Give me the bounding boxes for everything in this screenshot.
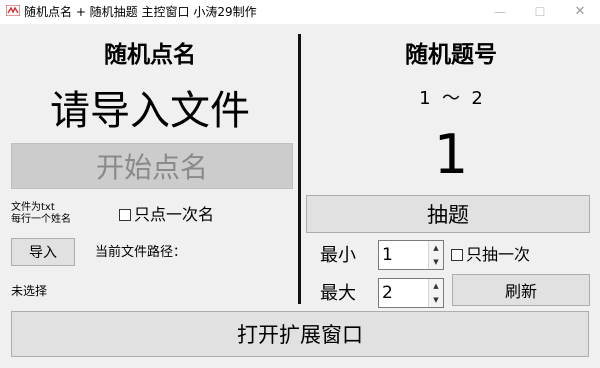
max-stepper[interactable]: 2 ▲ ▼ — [378, 278, 444, 308]
window-title: 随机点名 + 随机抽题 主控窗口 小涛29制作 — [24, 5, 257, 19]
checkbox-box[interactable] — [451, 249, 463, 261]
import-button[interactable]: 导入 — [11, 238, 75, 266]
range-display: 1 ～ 2 — [419, 88, 483, 109]
app-icon — [6, 5, 20, 16]
max-label: 最大 — [320, 283, 356, 304]
min-decrement-icon[interactable]: ▼ — [429, 255, 443, 269]
file-path-value: 未选择 — [11, 284, 48, 298]
min-increment-icon[interactable]: ▲ — [429, 241, 443, 256]
question-heading: 随机题号 — [405, 42, 497, 68]
start-rollcall-button[interactable]: 开始点名 — [11, 143, 293, 189]
min-stepper-arrows: ▲ ▼ — [428, 241, 443, 269]
max-value[interactable]: 2 — [382, 281, 393, 305]
title-bar: 随机点名 + 随机抽题 主控窗口 小涛29制作 — ☐ ✕ — [0, 0, 600, 24]
panel-divider — [298, 34, 301, 304]
minimize-button[interactable]: — — [480, 0, 520, 24]
max-decrement-icon[interactable]: ▼ — [429, 293, 443, 307]
checkbox-box[interactable] — [119, 209, 131, 221]
close-button[interactable]: ✕ — [560, 0, 600, 24]
maximize-button[interactable]: ☐ — [520, 0, 560, 24]
rollcall-display: 请导入文件 — [50, 88, 250, 134]
call-once-checkbox[interactable]: 只点一次名 — [119, 204, 214, 226]
file-path-label: 当前文件路径： — [95, 245, 187, 260]
draw-once-label: 只抽一次 — [466, 245, 531, 264]
max-stepper-arrows: ▲ ▼ — [428, 279, 443, 307]
max-increment-icon[interactable]: ▲ — [429, 279, 443, 294]
rollcall-heading: 随机点名 — [104, 42, 196, 68]
min-value[interactable]: 1 — [382, 243, 393, 267]
refresh-button[interactable]: 刷新 — [452, 274, 590, 306]
draw-once-checkbox[interactable]: 只抽一次 — [451, 244, 530, 266]
call-once-label: 只点一次名 — [134, 205, 215, 224]
file-hint-line1: 文件为txt — [11, 202, 55, 213]
question-result: 1 — [433, 123, 469, 186]
min-label: 最小 — [320, 245, 356, 266]
draw-question-button[interactable]: 抽题 — [306, 195, 590, 233]
min-stepper[interactable]: 1 ▲ ▼ — [378, 240, 444, 270]
open-extension-window-button[interactable]: 打开扩展窗口 — [11, 311, 589, 357]
file-hint-line2: 每行一个姓名 — [11, 214, 71, 225]
